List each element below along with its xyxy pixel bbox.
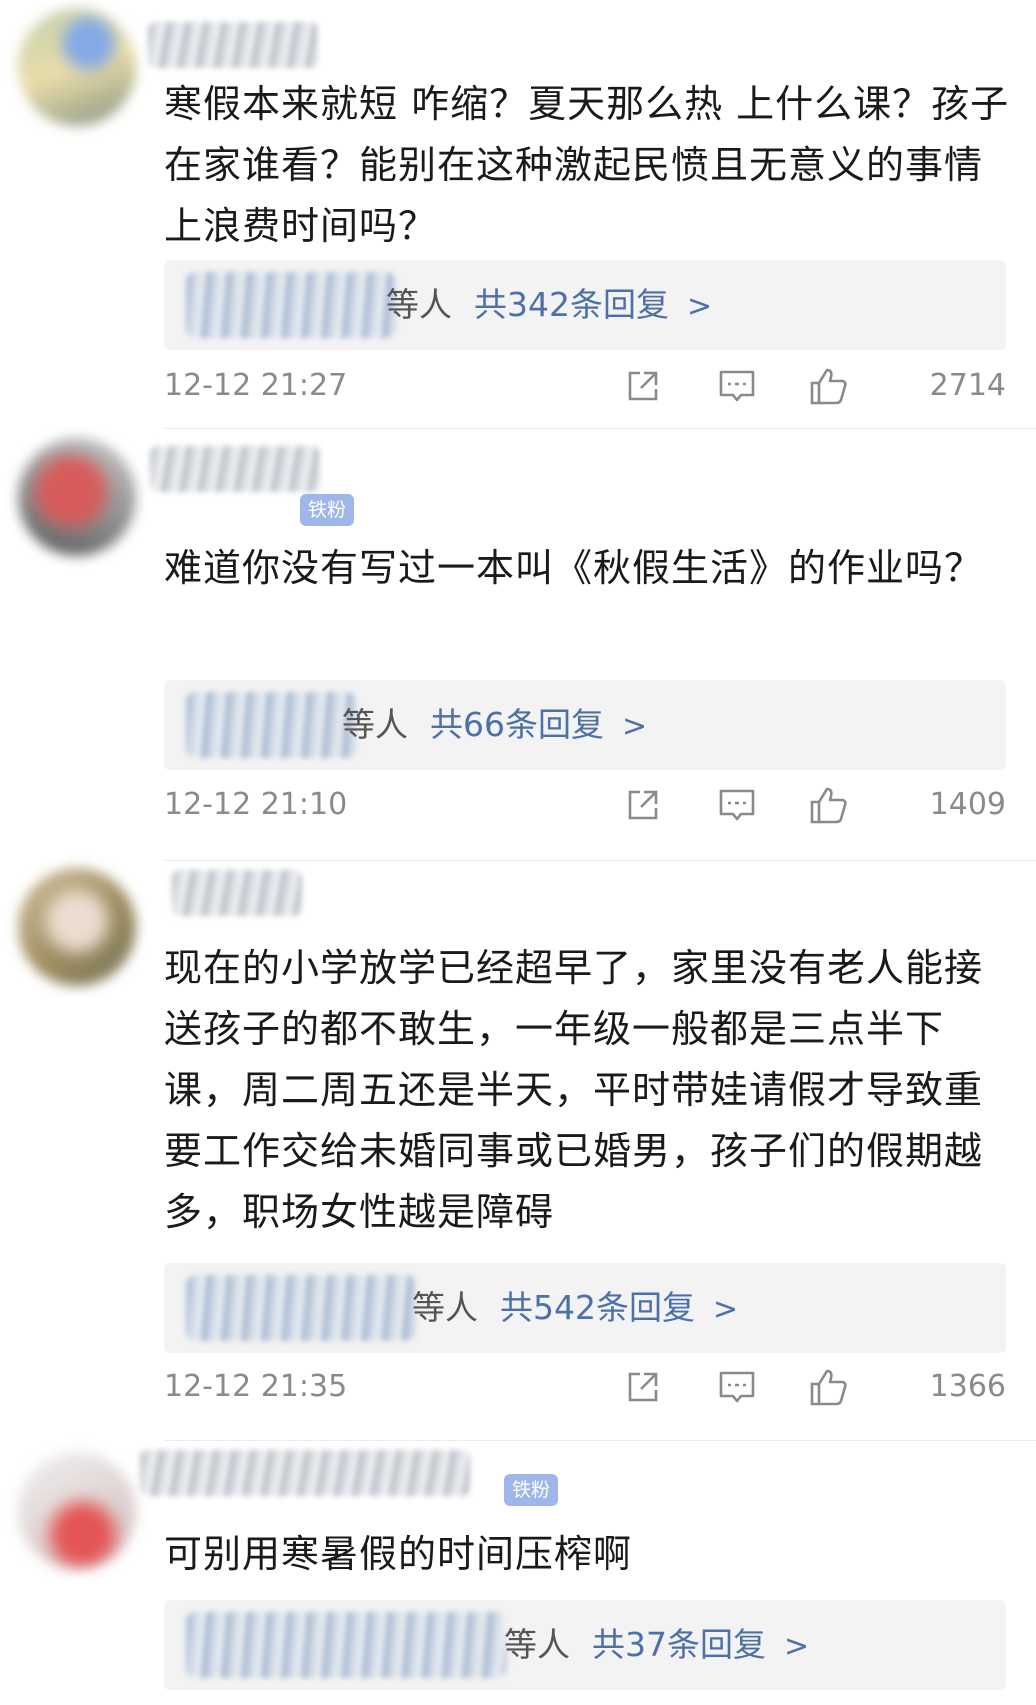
comment-time: 12-12 21:35: [164, 1369, 348, 1404]
reply-count-link[interactable]: 共66条回复: [430, 705, 604, 744]
comment-time: 12-12 21:27: [164, 368, 348, 403]
like-count: 2714: [929, 368, 1006, 403]
reply-users-redacted: [186, 1275, 416, 1341]
reply-users-redacted: [186, 692, 356, 758]
like-count: 1409: [929, 787, 1006, 822]
thumbs-up-icon[interactable]: [808, 784, 850, 826]
comment-icon[interactable]: [716, 1366, 758, 1408]
comment-text: 寒假本来就短 咋缩？夏天那么热 上什么课？孩子在家谁看？能别在这种激起民愤且无意…: [164, 82, 1010, 248]
fan-badge: 铁粉: [504, 1474, 559, 1506]
chevron-right-icon: >: [784, 1629, 810, 1664]
username-redacted[interactable]: [172, 870, 302, 916]
reply-users-suffix: 等人: [342, 705, 408, 744]
thumbs-up-icon[interactable]: [808, 1366, 850, 1408]
username-redacted[interactable]: [140, 1450, 470, 1496]
reply-users-suffix: 等人: [386, 285, 452, 324]
reply-users-redacted: [186, 272, 396, 338]
reply-summary[interactable]: 等人 共66条回复 >: [164, 680, 1006, 770]
reply-summary[interactable]: 等人 共542条回复 >: [164, 1263, 1006, 1353]
comment-time: 12-12 21:10: [164, 787, 348, 822]
comment-text: 难道你没有写过一本叫《秋假生活》的作业吗？: [164, 546, 984, 590]
divider: [164, 1440, 1036, 1441]
avatar[interactable]: [18, 1452, 136, 1570]
divider: [164, 428, 1036, 429]
chevron-right-icon: >: [687, 289, 713, 324]
fan-badge: 铁粉: [300, 494, 355, 526]
divider: [164, 860, 1036, 861]
comment-text: 可别用寒暑假的时间压榨啊: [164, 1532, 633, 1576]
like-count: 1366: [929, 1369, 1006, 1404]
avatar[interactable]: [18, 8, 136, 126]
reply-summary[interactable]: 等人 共342条回复 >: [164, 260, 1006, 350]
reply-users-suffix: 等人: [504, 1625, 570, 1664]
reply-users-redacted: [186, 1612, 506, 1678]
comment-text: 现在的小学放学已经超早了，家里没有老人能接送孩子的都不敢生，一年级一般都是三点半…: [164, 946, 984, 1234]
reply-users-suffix: 等人: [412, 1288, 478, 1327]
avatar[interactable]: [18, 438, 136, 556]
comment-icon[interactable]: [716, 365, 758, 407]
share-icon[interactable]: [622, 784, 664, 826]
thumbs-up-icon[interactable]: [808, 365, 850, 407]
chevron-right-icon: >: [713, 1292, 739, 1327]
avatar[interactable]: [18, 868, 136, 986]
share-icon[interactable]: [622, 1366, 664, 1408]
chevron-right-icon: >: [622, 709, 648, 744]
reply-count-link[interactable]: 共342条回复: [474, 285, 669, 324]
username-redacted[interactable]: [148, 22, 318, 68]
comment-icon[interactable]: [716, 784, 758, 826]
reply-summary[interactable]: 等人 共37条回复 >: [164, 1600, 1006, 1690]
username-redacted[interactable]: [150, 446, 320, 492]
reply-count-link[interactable]: 共542条回复: [500, 1288, 695, 1327]
share-icon[interactable]: [622, 365, 664, 407]
reply-count-link[interactable]: 共37条回复: [592, 1625, 766, 1664]
